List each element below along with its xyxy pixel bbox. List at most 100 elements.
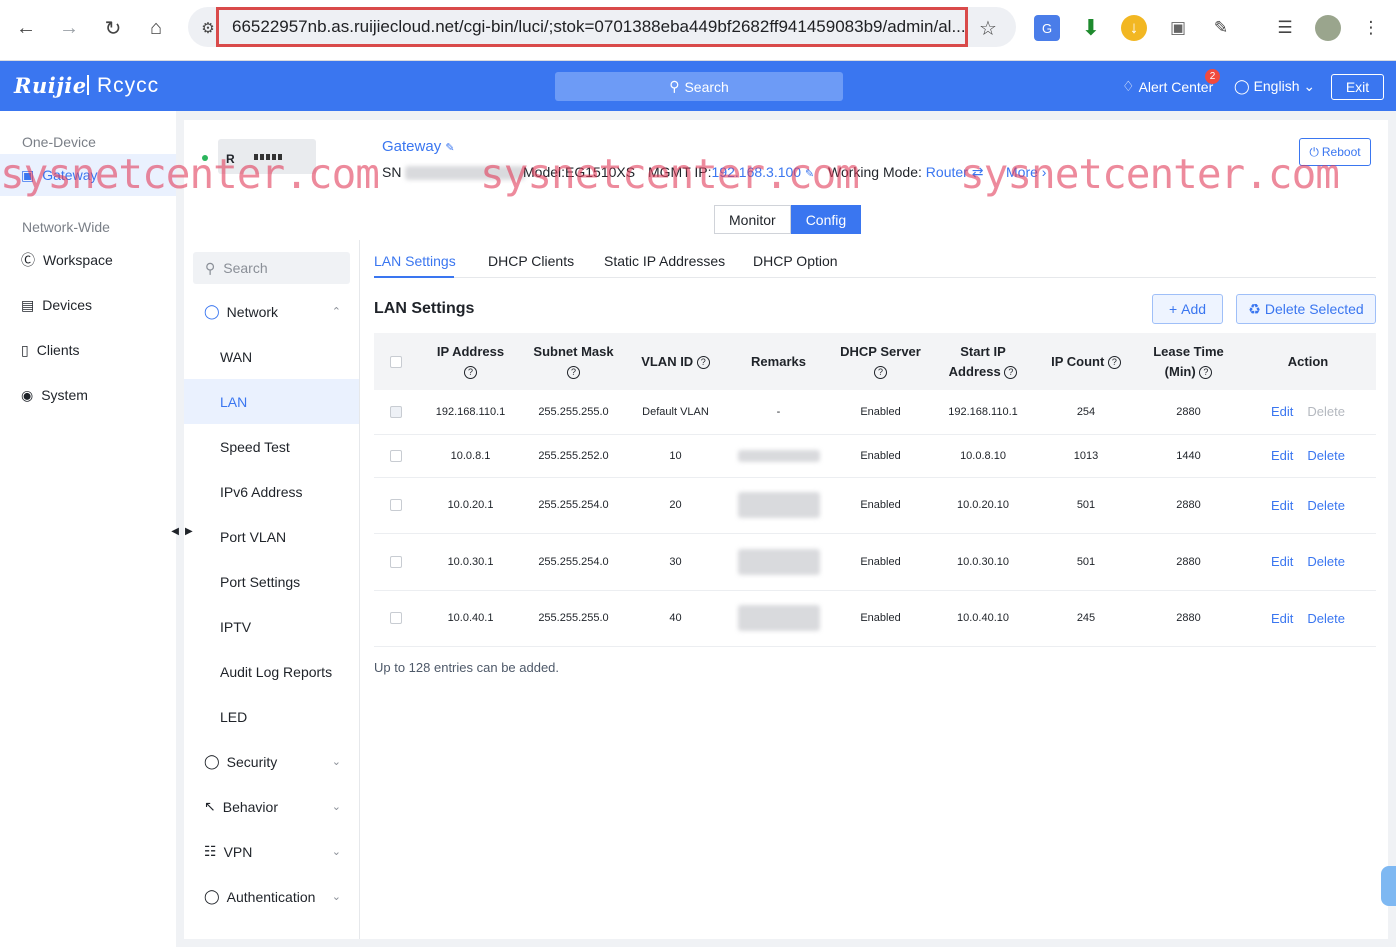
menu-search-input[interactable]: ⚲ Search xyxy=(193,252,350,284)
row-checkbox[interactable] xyxy=(390,612,402,625)
download-extension-icon[interactable]: ⬇ xyxy=(1078,15,1104,41)
edit-link[interactable]: Edit xyxy=(1271,611,1293,626)
help-icon[interactable]: ? xyxy=(567,365,580,379)
back-icon[interactable]: ← xyxy=(12,14,40,42)
menu-group-network[interactable]: ◯ Network ⌃ xyxy=(184,289,359,334)
mgmt-ip-value[interactable]: 192.168.3.100 xyxy=(712,164,802,180)
cell-ip: 192.168.110.1 xyxy=(418,390,523,435)
sidebar-item-clients[interactable]: ▯ Clients xyxy=(0,330,176,370)
browser-menu-icon[interactable]: ⋮ xyxy=(1358,15,1384,41)
edit-link[interactable]: Edit xyxy=(1271,404,1293,419)
menu-group-vpn[interactable]: ☷ VPN ⌄ xyxy=(184,829,359,874)
cell-dhcp: Enabled xyxy=(830,477,931,534)
switch-icon[interactable]: ⇄ xyxy=(972,164,984,180)
menu-item-ipv6-address[interactable]: IPv6 Address xyxy=(184,469,359,514)
column-header: IP Count ? xyxy=(1035,333,1137,390)
cell-mask: 255.255.255.0 xyxy=(523,590,624,647)
forward-icon[interactable]: → xyxy=(55,14,83,42)
tab-static-ip-addresses[interactable]: Static IP Addresses xyxy=(604,253,725,269)
cell-lease: 1440 xyxy=(1137,434,1240,478)
profile-avatar[interactable] xyxy=(1315,15,1341,41)
help-icon[interactable]: ? xyxy=(696,355,710,369)
help-icon[interactable]: ? xyxy=(1004,365,1018,379)
home-icon[interactable]: ⌂ xyxy=(142,14,170,42)
language-label: English xyxy=(1253,78,1300,94)
row-checkbox[interactable] xyxy=(390,499,402,512)
edit-pencil-icon[interactable]: ✎ xyxy=(445,142,454,154)
global-search-button[interactable]: ⚲ Search xyxy=(555,72,843,101)
extensions-puzzle-icon[interactable]: ✎ xyxy=(1208,15,1234,41)
edit-link[interactable]: Edit xyxy=(1271,554,1293,569)
lan-tabs: LAN Settings DHCP Clients Static IP Addr… xyxy=(374,250,1376,278)
sidebar-collapse-toggle[interactable]: ◀ ▶ xyxy=(166,516,198,546)
url-field[interactable]: 66522957nb.as.ruijiecloud.net/cgi-bin/lu… xyxy=(216,7,968,47)
help-icon[interactable]: ? xyxy=(464,365,477,379)
edit-pencil-icon[interactable]: ✎ xyxy=(805,168,814,180)
menu-item-speed-test[interactable]: Speed Test xyxy=(184,424,359,469)
cell-ip: 10.0.30.1 xyxy=(418,533,523,591)
delete-selected-button[interactable]: ♻ Delete Selected xyxy=(1236,294,1376,324)
select-all-checkbox[interactable] xyxy=(390,356,402,369)
sidebar-item-gateway[interactable]: ▣ Gateway xyxy=(0,154,176,196)
menu-item-port-settings[interactable]: Port Settings xyxy=(184,559,359,604)
sidebar-item-devices[interactable]: ▤ Devices xyxy=(0,285,176,325)
menu-item-iptv[interactable]: IPTV xyxy=(184,604,359,649)
device-name[interactable]: Gateway ✎ xyxy=(382,138,455,155)
cell-ip: 10.0.40.1 xyxy=(418,590,523,647)
cell-lease: 2880 xyxy=(1137,590,1240,647)
menu-item-audit-log-reports[interactable]: Audit Log Reports xyxy=(184,649,359,694)
working-mode-label: Working Mode: xyxy=(828,164,922,180)
tab-dhcp-clients[interactable]: DHCP Clients xyxy=(488,253,574,269)
menu-item-port-vlan[interactable]: Port VLAN xyxy=(184,514,359,559)
translate-extension-icon[interactable]: G xyxy=(1034,15,1060,41)
tab-lan-settings[interactable]: LAN Settings xyxy=(374,253,456,269)
alert-center-button[interactable]: ♢ Alert Center xyxy=(1122,78,1213,95)
edit-link[interactable]: Edit xyxy=(1271,448,1293,463)
menu-group-authentication[interactable]: ◯ Authentication ⌄ xyxy=(184,874,359,919)
column-header: Lease Time (Min) ? xyxy=(1137,333,1240,390)
menu-group-behavior[interactable]: ↖ Behavior ⌄ xyxy=(184,784,359,829)
reading-list-icon[interactable]: ☰ xyxy=(1272,15,1298,41)
exit-button[interactable]: Exit xyxy=(1331,74,1384,100)
cast-extension-icon[interactable]: ▣ xyxy=(1165,15,1191,41)
delete-link[interactable]: Delete xyxy=(1307,554,1345,569)
menu-item-wan[interactable]: WAN xyxy=(184,334,359,379)
network-wide-heading: Network-Wide xyxy=(22,219,110,235)
help-icon[interactable]: ? xyxy=(874,365,887,379)
delete-link[interactable]: Delete xyxy=(1307,611,1345,626)
menu-item-led[interactable]: LED xyxy=(184,694,359,739)
monitor-tab[interactable]: Monitor xyxy=(714,205,791,234)
globe-icon: ◯ xyxy=(1234,78,1250,94)
chevron-down-icon: ⌄ xyxy=(331,801,341,813)
sidebar-item-workspace[interactable]: Ⓒ Workspace xyxy=(0,240,176,280)
cell-actions: Edit Delete xyxy=(1240,434,1376,478)
menu-search-placeholder: Search xyxy=(223,260,268,276)
delete-link[interactable]: Delete xyxy=(1307,498,1345,513)
chat-assistant-icon[interactable] xyxy=(1381,866,1396,906)
cell-start: 192.168.110.1 xyxy=(931,390,1035,435)
language-selector[interactable]: ◯ English ⌄ xyxy=(1234,78,1315,95)
delete-link: Delete xyxy=(1307,404,1345,420)
tab-dhcp-option[interactable]: DHCP Option xyxy=(753,253,838,269)
cell-lease: 2880 xyxy=(1137,390,1240,435)
bookmark-star-icon[interactable]: ☆ xyxy=(974,14,1002,42)
reload-icon[interactable]: ↻ xyxy=(99,14,127,42)
sn-blurred-value xyxy=(405,166,526,181)
coin-extension-icon[interactable]: ↓ xyxy=(1121,15,1147,41)
more-link[interactable]: More › xyxy=(1006,164,1046,180)
row-checkbox[interactable] xyxy=(390,449,402,462)
reboot-button[interactable]: ⏻ Reboot xyxy=(1299,138,1371,166)
menu-item-lan[interactable]: LAN xyxy=(184,379,359,424)
help-icon[interactable]: ? xyxy=(1199,365,1213,379)
edit-link[interactable]: Edit xyxy=(1271,498,1293,513)
cell-vlan: 40 xyxy=(624,590,727,647)
column-header: IP Address? xyxy=(418,333,523,390)
working-mode-value[interactable]: Router xyxy=(926,164,968,180)
help-icon[interactable]: ? xyxy=(1107,355,1121,369)
config-tab[interactable]: Config xyxy=(790,205,862,234)
row-checkbox[interactable] xyxy=(390,555,402,568)
delete-link[interactable]: Delete xyxy=(1307,448,1345,463)
sidebar-item-system[interactable]: ◉ System xyxy=(0,375,176,415)
menu-group-security[interactable]: ◯ Security ⌄ xyxy=(184,739,359,784)
add-button[interactable]: + Add xyxy=(1152,294,1223,324)
